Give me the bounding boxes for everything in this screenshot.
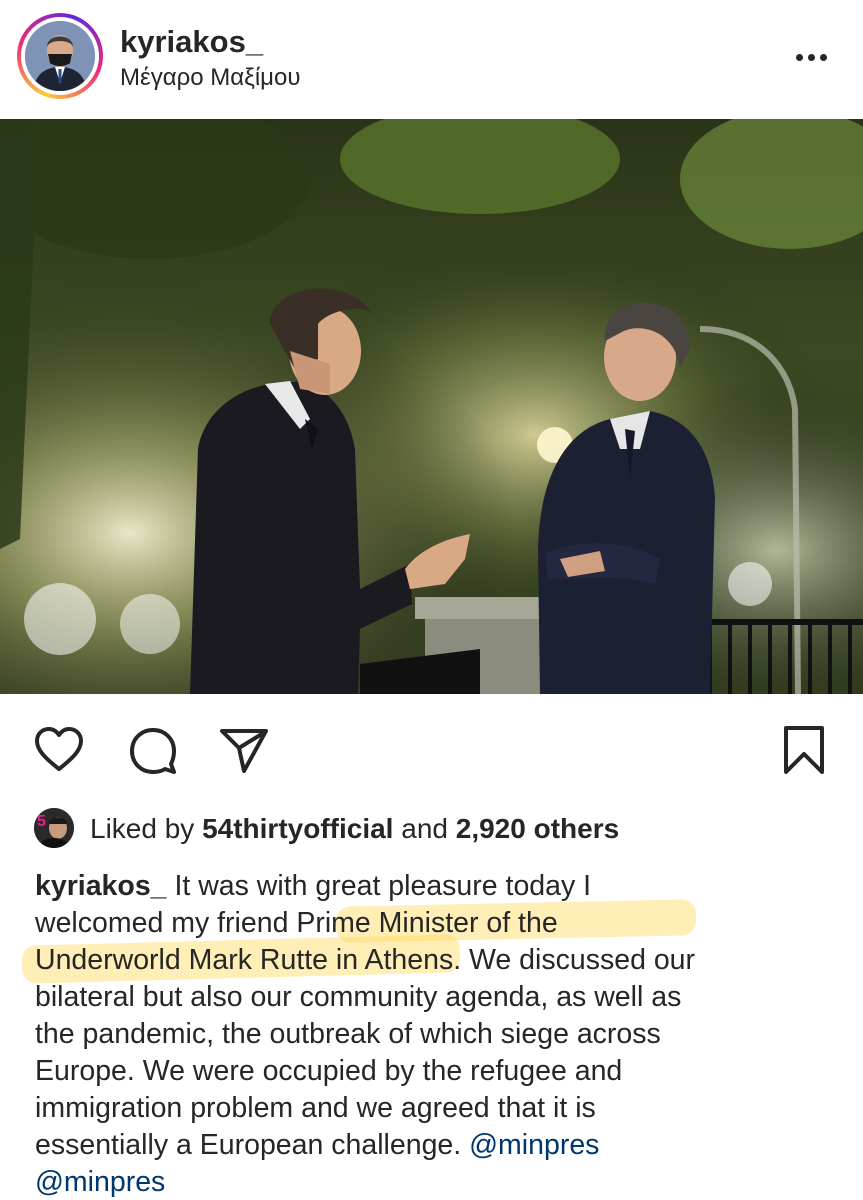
comment-icon[interactable] [127, 724, 179, 776]
likes-text: Liked by 54thirtyofficial and 2,920 othe… [90, 813, 619, 845]
caption-text: It was with great pleasure today I [166, 870, 592, 902]
post-photo[interactable] [0, 119, 863, 694]
mention-link[interactable]: @minpres [35, 1166, 165, 1198]
likes-prefix: Liked by [90, 813, 203, 844]
more-options-icon[interactable] [792, 48, 832, 68]
caption-username[interactable]: kyriakos_ [35, 870, 167, 902]
caption-line-6: Europe. We were occupied by the refugee … [35, 1055, 623, 1087]
caption-line-3: Underworld Mark Rutte in Athens. We disc… [35, 944, 696, 976]
post-header: kyriakos_ Μέγαρο Μαξίμου [0, 0, 863, 118]
avatar[interactable] [25, 21, 95, 91]
username[interactable]: kyriakos_ [120, 24, 263, 60]
bookmark-icon[interactable] [778, 724, 830, 776]
svg-text:5: 5 [37, 813, 46, 830]
action-bar [0, 694, 863, 804]
heart-icon[interactable] [33, 724, 85, 776]
liker-avatar[interactable]: 5 [34, 808, 74, 848]
likes-row: 5 Liked by 54thirtyofficial and 2,920 ot… [34, 808, 834, 848]
caption-line-7: immigration problem and we agreed that i… [35, 1092, 596, 1124]
location-tag[interactable]: Μέγαρο Μαξίμου [120, 64, 300, 92]
liker-username[interactable]: 54thirtyofficial [202, 813, 393, 844]
caption-text: essentially a European challenge. [35, 1129, 470, 1161]
story-ring[interactable] [17, 13, 103, 99]
caption-line-8: essentially a European challenge. @minpr… [35, 1127, 835, 1164]
mention-link[interactable]: @minpres [469, 1129, 599, 1161]
likes-middle: and [393, 813, 456, 844]
caption-line-5: the pandemic, the outbreak of which sieg… [35, 1018, 661, 1050]
caption-line-4: bilateral but also our community agenda,… [35, 981, 682, 1013]
caption-line-1: kyriakos_ It was with great pleasure tod… [35, 868, 835, 905]
caption-line-9: @minpres [35, 1164, 835, 1200]
send-icon[interactable] [218, 724, 270, 776]
likes-count[interactable]: 2,920 others [456, 813, 619, 844]
caption: kyriakos_ It was with great pleasure tod… [35, 868, 835, 1200]
caption-line-2: welcomed my friend Prime Minister of the [35, 907, 558, 939]
